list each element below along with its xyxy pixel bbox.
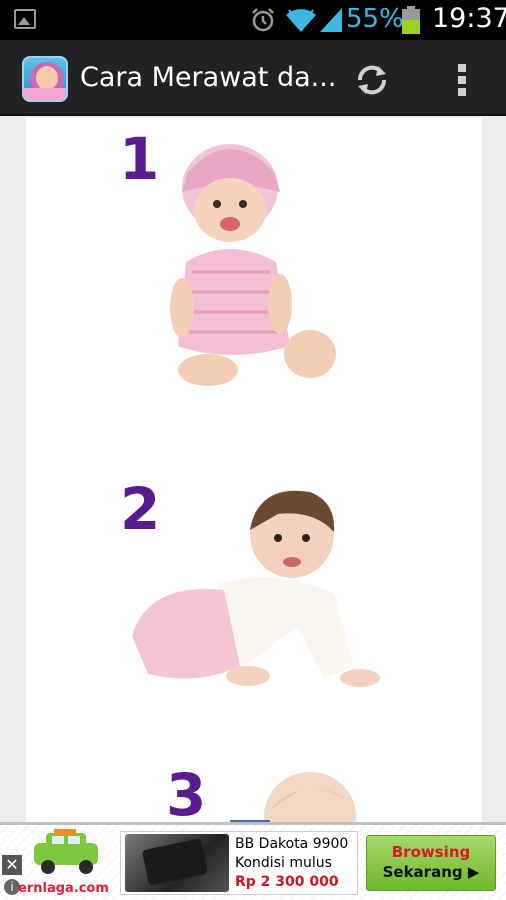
overflow-menu-icon[interactable] <box>444 58 480 102</box>
battery-percent: 55% <box>346 4 404 34</box>
ad-brand: ernlaga.com <box>18 881 109 896</box>
signal-icon <box>320 8 342 32</box>
baby-partial-image <box>230 772 356 822</box>
status-bar: 55% 19:37 <box>0 0 506 40</box>
refresh-icon[interactable] <box>352 60 392 100</box>
baby-crawling-image <box>132 490 380 687</box>
app-logo-icon[interactable] <box>22 56 68 102</box>
baby-sitting-image <box>170 144 336 386</box>
image-notification-icon <box>14 9 36 29</box>
item-number: 3 <box>166 761 207 822</box>
cta-line2: Sekarang ▶ <box>382 863 480 881</box>
ad-product-subtitle: Kondisi mulus <box>235 855 332 871</box>
ad-product-card[interactable]: BB Dakota 9900 Kondisi mulus Rp 2 300 00… <box>120 831 358 895</box>
ad-product-price: Rp 2 300 000 <box>235 874 339 890</box>
ad-product-title: BB Dakota 9900 <box>235 836 349 852</box>
app-title: Cara Merawat da... <box>80 62 337 93</box>
wifi-icon <box>286 9 316 32</box>
battery-icon <box>402 6 420 34</box>
close-ad-button[interactable]: ✕ <box>2 855 22 875</box>
browse-now-button[interactable]: Browsing Sekarang ▶ <box>366 835 496 891</box>
ad-banner[interactable]: ✕ i ernlaga.com BB Dakota 9900 Kondisi m… <box>0 822 506 900</box>
car-logo-icon <box>34 829 98 874</box>
article-content[interactable]: 1 2 3 <box>26 118 482 822</box>
alarm-icon <box>252 8 274 32</box>
action-bar: Cara Merawat da... <box>0 40 506 116</box>
status-time: 19:37 <box>432 3 506 34</box>
cta-line1: Browsing <box>391 843 471 861</box>
item-number: 1 <box>119 125 160 193</box>
phone-product-image <box>125 834 229 892</box>
